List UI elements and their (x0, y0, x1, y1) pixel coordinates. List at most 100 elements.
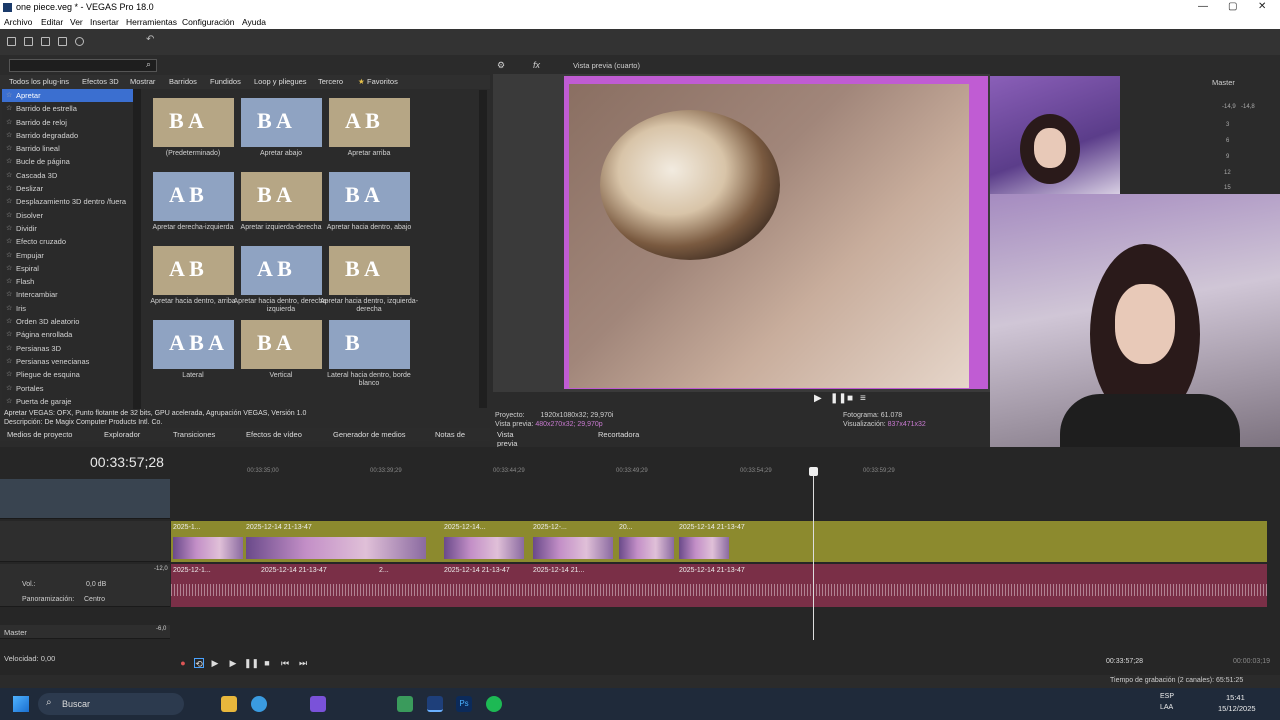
go-end-icon[interactable]: ⏭ (298, 658, 308, 668)
video-clip-title[interactable]: 2025-12-14 21-13-47 (679, 524, 745, 531)
file-explorer-icon[interactable] (221, 696, 237, 712)
play-icon[interactable]: ▶ (228, 658, 238, 668)
tab-explorer[interactable]: Explorador (104, 430, 140, 439)
menu-ver[interactable]: Ver (70, 17, 83, 27)
audio-clip-title[interactable]: 2025-12-1... (173, 567, 211, 574)
audio-clip-title[interactable]: 2025-12-14 21-13-47 (444, 567, 510, 574)
maximize-button[interactable]: ▢ (1228, 1, 1237, 12)
transition-item[interactable]: Barrido de estrella (2, 102, 135, 116)
menu-insertar[interactable]: Insertar (90, 17, 119, 27)
transition-item[interactable]: Espiral (2, 262, 135, 276)
preset-scrollbar[interactable] (479, 90, 487, 408)
tab-all-plugins[interactable]: Todos los plug-ins (9, 77, 69, 86)
transition-item[interactable]: Portales (2, 382, 135, 396)
preset-thumbnail[interactable]: B A (329, 246, 410, 295)
discord-icon[interactable] (310, 696, 326, 712)
tab-loop[interactable]: Loop y pliegues (254, 77, 307, 86)
play-from-start-icon[interactable]: ▶ (210, 658, 220, 668)
transition-item[interactable]: Deslizar (2, 182, 135, 196)
tab-project-media[interactable]: Medios de proyecto (7, 430, 72, 439)
record-icon[interactable]: ● (178, 658, 188, 668)
transition-item[interactable]: Intercambiar (2, 288, 135, 302)
menu-herramientas[interactable]: Herramientas (126, 17, 177, 27)
video-clip-thumbnail[interactable] (444, 537, 524, 559)
video-clip-thumbnail[interactable] (246, 537, 426, 559)
preset-thumbnail[interactable]: B A (329, 172, 410, 221)
menu-editar[interactable]: Editar (41, 17, 63, 27)
open-folder-icon[interactable] (24, 37, 33, 46)
transition-item[interactable]: Puerta de garaje (2, 395, 135, 409)
vegas-taskbar-icon[interactable] (427, 696, 443, 712)
tab-video-fx[interactable]: Efectos de vídeo (246, 430, 302, 439)
tab-third[interactable]: Tercero (318, 77, 343, 86)
transition-item[interactable]: Efecto cruzado (2, 235, 135, 249)
preset-thumbnail[interactable]: B A (241, 98, 322, 147)
playhead-cursor[interactable] (813, 470, 814, 640)
transition-item[interactable]: Cascada 3D (2, 169, 135, 183)
transition-item[interactable]: Iris (2, 302, 135, 316)
audio-clip-title[interactable]: 2025-12-14 21-13-47 (679, 567, 745, 574)
video-clip-title[interactable]: 2025-12-14... (444, 524, 486, 531)
lang-label-1[interactable]: ESP (1160, 693, 1174, 700)
playhead-handle[interactable] (809, 467, 818, 476)
lang-label-2[interactable]: LAA (1160, 704, 1173, 711)
transition-item[interactable]: Orden 3D aleatorio (2, 315, 135, 329)
transition-item[interactable]: Flash (2, 275, 135, 289)
save-icon[interactable] (41, 37, 50, 46)
tab-fades[interactable]: Fundidos (210, 77, 241, 86)
pause-icon[interactable]: ❚❚ (244, 658, 259, 668)
spotify-icon[interactable] (486, 696, 502, 712)
preset-thumbnail[interactable]: B A (153, 98, 234, 147)
transition-item[interactable]: Empujar (2, 249, 135, 263)
undo-icon[interactable]: ↶ (146, 34, 155, 45)
menu-icon[interactable]: ≡ (860, 393, 866, 404)
track-header-video[interactable] (0, 521, 170, 562)
audio-track[interactable]: 2025-12-1... 2025-12-14 21-13-47 2... 2025-… (171, 564, 1267, 607)
transition-item[interactable]: Desplazamiento 3D dentro /fuera (2, 195, 135, 209)
tab-favorites[interactable]: Favoritos (367, 77, 398, 86)
video-clip-thumbnail[interactable] (619, 537, 674, 559)
stop-icon[interactable]: ■ (847, 393, 853, 404)
transition-item[interactable]: Página enrollada (2, 328, 135, 342)
tab-notes[interactable]: Notas de (435, 430, 465, 439)
menu-ayuda[interactable]: Ayuda (242, 17, 266, 27)
loop-icon[interactable]: ⟲ (194, 658, 204, 669)
audio-clip-title[interactable]: 2025-12-14 21... (533, 567, 584, 574)
transition-item[interactable]: Disolver (2, 209, 135, 223)
preview-settings-icon[interactable]: ⚙ (497, 60, 505, 71)
go-start-icon[interactable]: ⏮ (280, 658, 290, 668)
search-icon[interactable]: ⌕ (146, 59, 151, 70)
clock-date[interactable]: 15/12/2025 (1218, 704, 1256, 713)
preset-thumbnail[interactable]: A B A (153, 320, 234, 369)
fx-icon[interactable]: fx (533, 60, 540, 70)
video-clip-title[interactable]: 2025-1... (173, 524, 201, 531)
track-header-audio[interactable]: Vol.: 0,0 dB Panoramización: Centro -12,… (0, 564, 170, 607)
tab-transitions[interactable]: Transiciones (173, 430, 215, 439)
settings-icon[interactable] (75, 37, 84, 46)
preset-thumbnail[interactable]: A B (241, 246, 322, 295)
transition-list-scrollbar[interactable] (133, 89, 141, 409)
pause-icon[interactable]: ❚❚ (830, 393, 847, 404)
transition-item[interactable]: Barrido degradado (2, 129, 135, 143)
audio-clip-title[interactable]: 2... (379, 567, 389, 574)
video-clip-thumbnail[interactable] (679, 537, 729, 559)
tab-wipes[interactable]: Barridos (169, 77, 197, 86)
preview-quality-select[interactable]: Vista previa (cuarto) (573, 61, 640, 70)
tab-trimmer[interactable]: Recortadora (598, 430, 639, 439)
minimize-button[interactable]: — (1198, 1, 1208, 12)
video-clip-title[interactable]: 2025-12-14 21-13-47 (246, 524, 312, 531)
photoshop-icon[interactable]: Ps (456, 696, 472, 712)
transition-item[interactable]: Barrido lineal (2, 142, 135, 156)
save-as-icon[interactable] (58, 37, 67, 46)
video-clip-title[interactable]: 20... (619, 524, 633, 531)
plugin-search-input[interactable] (9, 59, 157, 72)
transition-item[interactable]: Barrido de reloj (2, 116, 135, 130)
timeline-ruler[interactable]: 00:33:35;00 00:33:39;29 00:33:44;29 00:3… (170, 464, 1270, 478)
stop-icon[interactable]: ■ (262, 658, 272, 668)
clock-time[interactable]: 15:41 (1226, 693, 1245, 702)
transition-item[interactable]: Bucle de página (2, 155, 135, 169)
transition-item[interactable]: Persianas 3D (2, 342, 135, 356)
close-button[interactable]: ✕ (1258, 1, 1266, 12)
transition-item[interactable]: Persianas venecianas (2, 355, 135, 369)
video-clip-title[interactable]: 2025-12-... (533, 524, 567, 531)
